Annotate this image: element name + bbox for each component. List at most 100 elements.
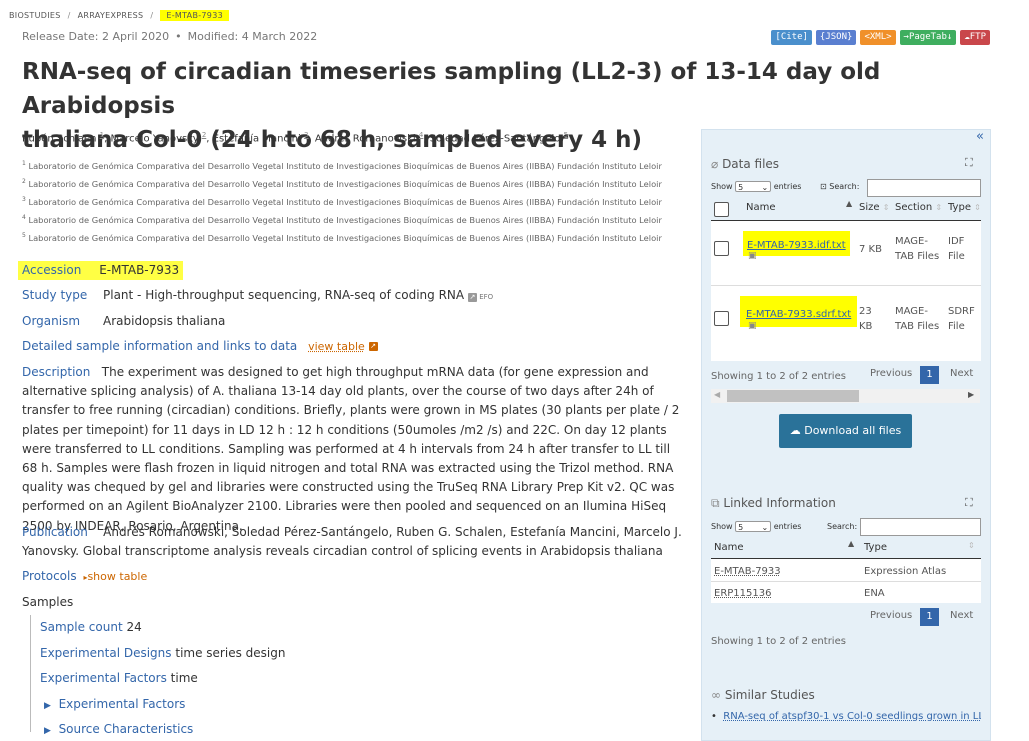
image-icon: ▣ bbox=[748, 251, 757, 261]
image-icon: ▣ bbox=[748, 321, 757, 331]
date-separator: • bbox=[175, 30, 182, 43]
breadcrumb: BIOSTUDIES / ARRAYEXPRESS / E-MTAB-7933 bbox=[9, 10, 229, 21]
authors-list: Rubén Schlaen 1, Marcelo Yanovsky 2, Est… bbox=[22, 131, 569, 145]
experimental-factors-toggle-label: Experimental Factors bbox=[58, 697, 186, 711]
col-size[interactable]: Size ⇕ bbox=[859, 202, 889, 213]
linked-table-header bbox=[711, 537, 981, 559]
next-page-button[interactable]: Next bbox=[950, 610, 973, 621]
page-1-button[interactable]: 1 bbox=[920, 608, 939, 626]
linked-info-heading: ⧉ Linked Information bbox=[711, 496, 836, 511]
sample-count-row: Sample count 24 bbox=[40, 620, 142, 634]
file-type: IDF File bbox=[948, 236, 965, 262]
scrollbar-thumb[interactable] bbox=[727, 390, 859, 402]
modified-date: Modified: 4 March 2022 bbox=[187, 30, 318, 43]
efo-label: EFO bbox=[479, 293, 494, 301]
download-all-button[interactable]: ☁ Download all files bbox=[779, 414, 912, 448]
entries-label: entries bbox=[773, 522, 802, 531]
show-label: Show bbox=[711, 182, 733, 191]
pagetab-button[interactable]: →PageTab↓ bbox=[899, 30, 957, 45]
col-type-label: Type bbox=[948, 202, 971, 213]
page-size-select[interactable]: 5 ⌄ bbox=[735, 181, 772, 192]
affiliation-item: 1 Laboratorio de Genómica Comparativa de… bbox=[22, 156, 702, 174]
samples-tree-line bbox=[30, 615, 31, 732]
row-checkbox[interactable] bbox=[714, 241, 729, 256]
linked-name[interactable]: E-MTAB-7933 bbox=[714, 564, 781, 579]
accession-label: Accession bbox=[22, 263, 82, 277]
external-link-icon: ↗ bbox=[467, 292, 477, 302]
affiliation-number: 1 bbox=[22, 160, 26, 167]
breadcrumb-arrayexpress[interactable]: ARRAYEXPRESS bbox=[78, 11, 144, 20]
cloud-download-icon: ☁ bbox=[789, 424, 801, 437]
col-name[interactable]: Name bbox=[714, 542, 744, 553]
previous-page-button[interactable]: Previous bbox=[870, 610, 912, 621]
breadcrumb-separator: / bbox=[150, 11, 154, 20]
file-type: SDRF File bbox=[948, 306, 975, 332]
linked-length: Show 5 ⌄ entries bbox=[711, 521, 801, 532]
breadcrumb-biostudies[interactable]: BIOSTUDIES bbox=[9, 11, 61, 20]
experimental-factors-toggle[interactable]: ▶ Experimental Factors bbox=[44, 697, 185, 711]
view-table-link[interactable]: view table ↗ bbox=[308, 339, 378, 353]
external-link-icon: ↗ bbox=[368, 342, 378, 351]
ftp-button[interactable]: ☁FTP bbox=[960, 30, 990, 45]
scroll-left-icon[interactable]: ◀ bbox=[714, 390, 720, 399]
release-dates: Release Date: 2 April 2020 • Modified: 4 M… bbox=[22, 30, 317, 43]
detailed-info-label: Detailed sample information and links to… bbox=[22, 339, 298, 353]
select-all-checkbox[interactable] bbox=[714, 202, 729, 217]
affiliation-text: Laboratorio de Genómica Comparativa del … bbox=[28, 214, 662, 225]
source-characteristics-toggle[interactable]: ▶ Source Characteristics bbox=[44, 722, 193, 736]
linked-search-input[interactable] bbox=[860, 518, 981, 536]
link-icon: ∞ bbox=[711, 688, 721, 702]
samples-heading: Samples bbox=[22, 595, 74, 609]
study-type-label: Study type bbox=[22, 288, 88, 302]
author-name: Marcelo Yanovsky bbox=[110, 133, 199, 145]
external-link-icon: ⧉ bbox=[711, 496, 720, 510]
bullet-icon: • bbox=[711, 711, 717, 722]
efo-link[interactable]: ↗ EFO bbox=[467, 292, 494, 302]
sample-count-value: 24 bbox=[126, 620, 142, 634]
author-affil-ref[interactable]: 3 bbox=[304, 131, 308, 139]
view-table-label: view table bbox=[308, 340, 365, 353]
data-files-search-label: ⊡ Search: bbox=[820, 182, 859, 191]
col-type[interactable]: Type ⇕ bbox=[948, 202, 981, 213]
previous-page-button[interactable]: Previous bbox=[870, 368, 912, 379]
download-all-label: Download all files bbox=[804, 424, 902, 437]
col-name[interactable]: Name bbox=[746, 202, 776, 213]
col-type[interactable]: Type bbox=[864, 542, 887, 553]
affiliation-item: 4 Laboratorio de Genómica Comparativa de… bbox=[22, 210, 702, 228]
affiliation-item: 3 Laboratorio de Genómica Comparativa de… bbox=[22, 192, 702, 210]
expand-icon[interactable]: ⛶ bbox=[965, 156, 973, 170]
file-link-idf[interactable]: E-MTAB-7933.idf.txt bbox=[743, 231, 850, 256]
page-1-button[interactable]: 1 bbox=[920, 366, 939, 384]
author-affil-ref[interactable]: 1 bbox=[100, 131, 104, 139]
xml-button[interactable]: <XML> bbox=[860, 30, 896, 45]
cite-button[interactable]: [Cite] bbox=[771, 30, 812, 45]
expand-icon[interactable]: ⛶ bbox=[965, 496, 973, 510]
json-button[interactable]: {JSON} bbox=[815, 30, 857, 45]
file-link-sdrf[interactable]: E-MTAB-7933.sdrf.txt bbox=[740, 296, 858, 327]
row-checkbox[interactable] bbox=[714, 311, 729, 326]
triangle-right-icon: ▶ bbox=[44, 701, 51, 711]
linked-type: ENA bbox=[864, 588, 885, 599]
author-affil-ref[interactable]: 2 bbox=[202, 131, 206, 139]
linked-name[interactable]: ERP115136 bbox=[714, 586, 771, 601]
next-page-button[interactable]: Next bbox=[950, 368, 973, 379]
col-section-label: Section bbox=[895, 202, 933, 213]
author-affil-ref[interactable]: 5 bbox=[564, 131, 568, 139]
author-affil-ref[interactable]: 4 bbox=[419, 131, 423, 139]
organism-value: Arabidopsis thaliana bbox=[103, 314, 226, 328]
scroll-right-icon[interactable]: ▶ bbox=[968, 390, 974, 399]
organism-row: Organism Arabidopsis thaliana bbox=[22, 314, 225, 328]
detailed-info-row: Detailed sample information and links to… bbox=[22, 339, 378, 353]
show-protocols-toggle[interactable]: ▸show table bbox=[83, 570, 147, 583]
col-section[interactable]: Section ⇕ bbox=[895, 202, 942, 213]
experimental-factors-value: time bbox=[170, 671, 198, 685]
study-type-row: Study type Plant - High-throughput sequen… bbox=[22, 288, 493, 302]
data-files-search-input[interactable] bbox=[867, 179, 981, 197]
page-size-select[interactable]: 5 ⌄ bbox=[735, 521, 772, 532]
title-line-1: RNA-seq of circadian timeseries sampling… bbox=[22, 59, 881, 119]
search-icon: ⊡ bbox=[820, 182, 827, 191]
collapse-panel-button[interactable]: « bbox=[976, 129, 984, 144]
affiliation-number: 3 bbox=[22, 196, 26, 204]
organism-label: Organism bbox=[22, 314, 81, 328]
similar-study-item[interactable]: • RNA-seq of atspf30-1 vs Col-0 seedling… bbox=[711, 711, 981, 722]
